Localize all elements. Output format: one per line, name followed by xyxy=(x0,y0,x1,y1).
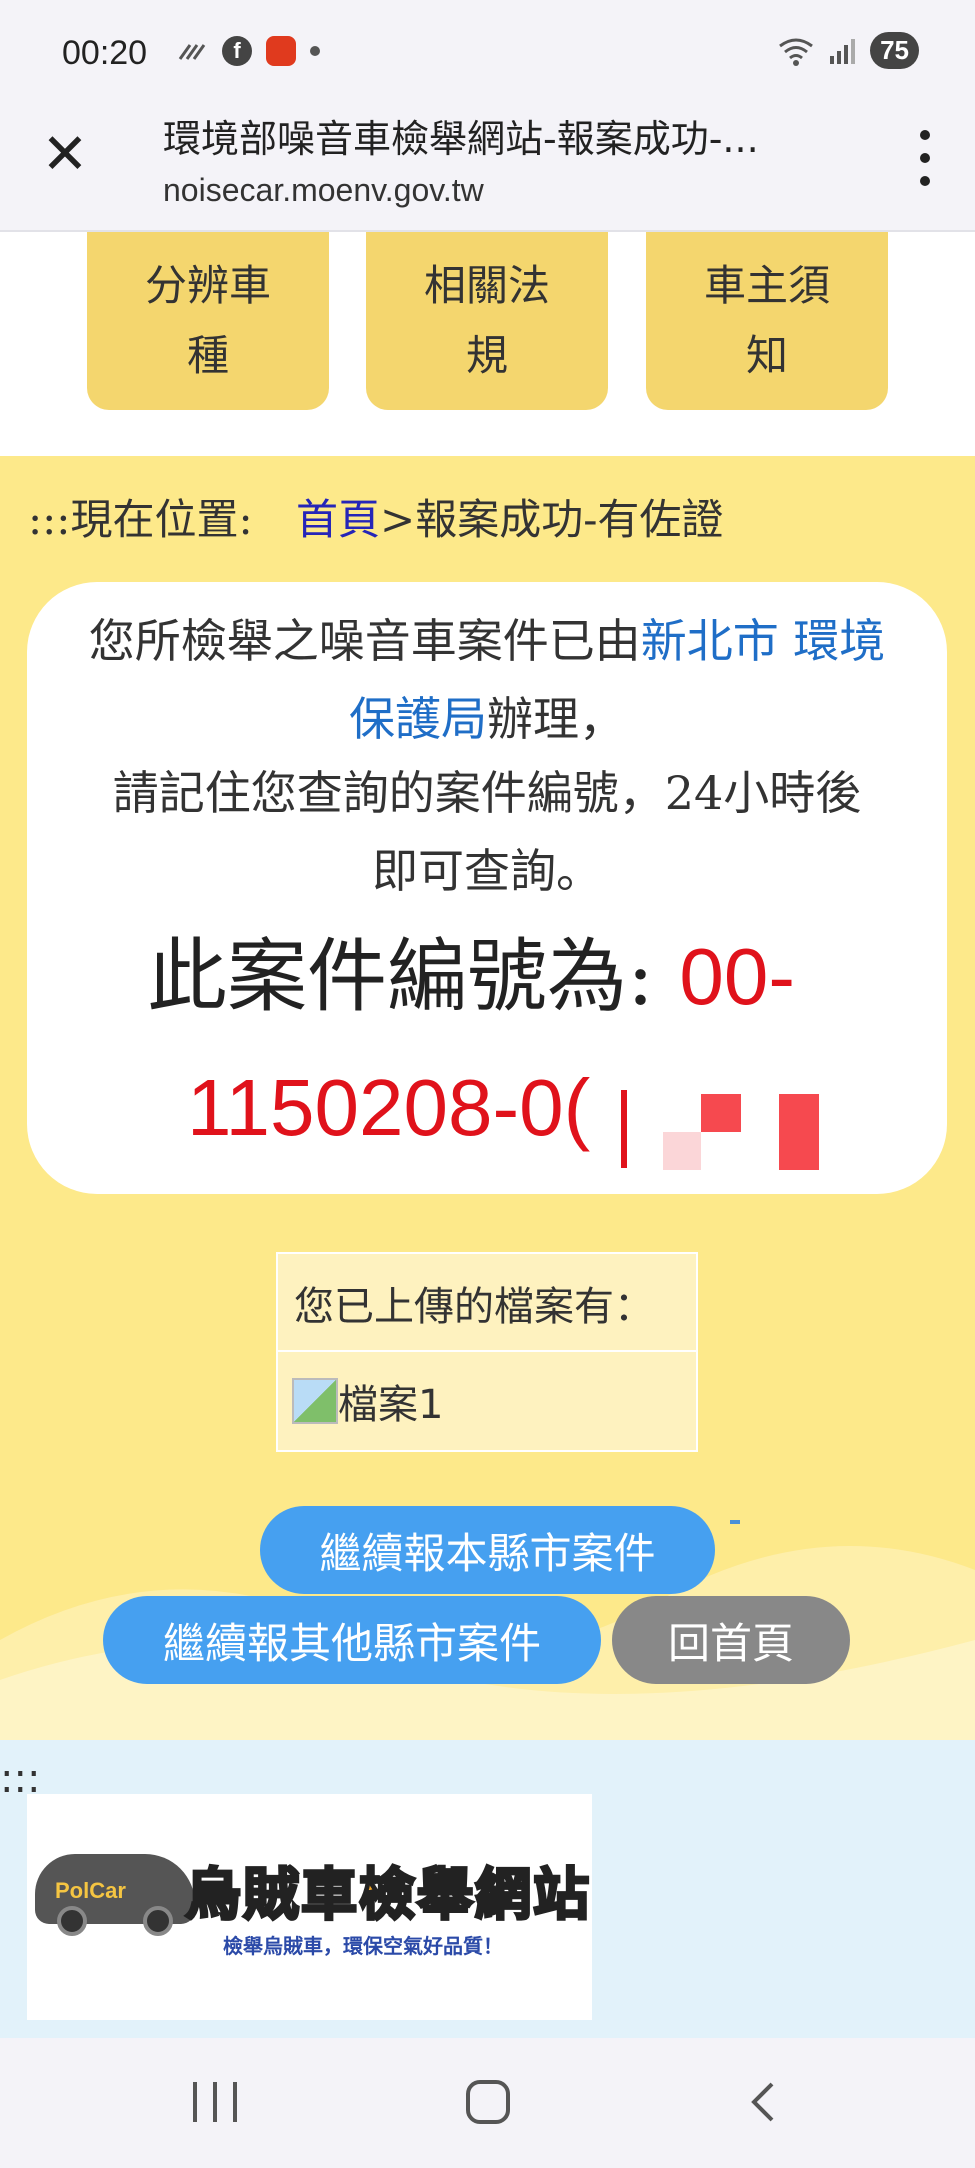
footer: ::: PolCar 烏賊車檢舉網站 檢舉烏賊車，環保空氣好品質！ xyxy=(0,1740,975,2038)
continue-other-city-button[interactable]: 繼續報其他縣市案件 xyxy=(103,1596,601,1684)
status-right: 75 xyxy=(776,32,919,69)
recent-apps-icon[interactable] xyxy=(193,2082,237,2122)
continue-same-city-button[interactable]: 繼續報本縣市案件 xyxy=(260,1506,715,1594)
close-icon[interactable]: ✕ xyxy=(40,127,90,183)
breadcrumb-separator: > xyxy=(379,495,416,544)
logo-title: 烏賊車檢舉網站 xyxy=(184,1862,591,1930)
site-logo[interactable]: PolCar 烏賊車檢舉網站 檢舉烏賊車，環保空氣好品質！ xyxy=(27,1794,592,2020)
nav-regulations-button[interactable]: 相關法規 xyxy=(366,232,608,410)
home-icon[interactable] xyxy=(466,2080,510,2124)
result-card: 您所檢舉之噪音車案件已由新北市 環境保護局辦理， 請記住您查詢的案件編號，24小… xyxy=(27,582,947,1194)
status-bar: 00:20 f 75 xyxy=(0,0,975,100)
redaction-mark xyxy=(663,1132,701,1170)
page-title: 環境部噪音車檢舉網站-報案成功-... xyxy=(163,117,759,161)
car-logo-icon: PolCar xyxy=(35,1854,195,1936)
case-number-prefix: 00- xyxy=(679,932,796,1021)
breadcrumb-prefix: :::現在位置: xyxy=(28,495,253,544)
nav-vehicle-types-button[interactable]: 分辨車種 xyxy=(87,232,329,410)
logo-badge: PolCar xyxy=(55,1878,126,1903)
home-button[interactable]: 回首頁 xyxy=(612,1596,850,1684)
uploaded-file-row: 檔案1 xyxy=(278,1352,696,1450)
case-number-heading: 此案件編號為: 00- xyxy=(147,930,796,1023)
case-number: 1150208-0( xyxy=(187,1063,591,1152)
uploaded-files-table: 您已上傳的檔案有： 檔案1 xyxy=(276,1252,698,1452)
back-icon[interactable] xyxy=(748,2082,778,2122)
wifi-icon xyxy=(779,38,813,66)
dash-mark xyxy=(730,1520,740,1524)
notification-icons: f xyxy=(178,36,320,66)
breadcrumb-home-link[interactable]: 首頁 xyxy=(296,495,380,544)
uploaded-file-name: 檔案1 xyxy=(338,1382,444,1428)
redaction-mark xyxy=(701,1094,741,1132)
query-reminder-message: 請記住您查詢的案件編號，24小時後即可查詢。 xyxy=(112,766,862,898)
page-url[interactable]: noisecar.moenv.gov.tw xyxy=(163,172,484,209)
app-notification-icon xyxy=(266,36,296,66)
more-notifications-dot-icon xyxy=(310,46,320,56)
handling-agency-message: 您所檢舉之噪音車案件已由新北市 環境保護局辦理， xyxy=(88,614,886,746)
facebook-icon: f xyxy=(222,36,252,66)
cell-signal-icon xyxy=(830,38,856,64)
top-nav: 分辨車種 相關法規 車主須知 xyxy=(0,232,975,456)
redaction-mark xyxy=(779,1094,819,1170)
nav-owner-notice-button[interactable]: 車主須知 xyxy=(646,232,888,410)
signal-wave-icon xyxy=(178,44,206,60)
battery-indicator: 75 xyxy=(870,32,919,69)
logo-subtitle: 檢舉烏賊車，環保空氣好品質！ xyxy=(223,1934,503,1958)
redaction-mark xyxy=(621,1090,627,1168)
browser-header: ✕ 環境部噪音車檢舉網站-報案成功-... noisecar.moenv.gov… xyxy=(0,100,975,232)
more-options-icon[interactable] xyxy=(915,130,935,186)
breadcrumb: :::現在位置: 首頁>報案成功-有佐證 xyxy=(28,486,723,547)
system-nav-bar xyxy=(0,2038,975,2168)
broken-image-icon xyxy=(292,1378,338,1424)
status-time: 00:20 xyxy=(62,34,148,72)
uploaded-files-heading: 您已上傳的檔案有： xyxy=(278,1254,696,1352)
breadcrumb-current: 報案成功-有佐證 xyxy=(415,495,724,544)
